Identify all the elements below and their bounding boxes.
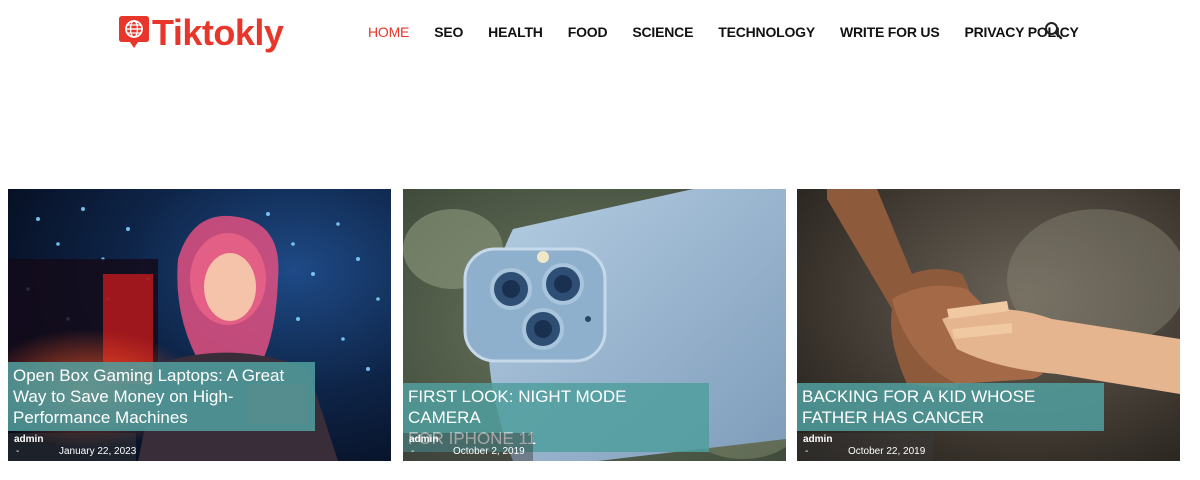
post-card[interactable]: Open Box Gaming Laptops: A Great Way to … bbox=[8, 189, 391, 461]
post-title-line[interactable]: BACKING FOR A KID WHOSE bbox=[802, 386, 1098, 407]
nav-item-food[interactable]: FOOD bbox=[568, 22, 608, 42]
post-title-line[interactable]: Open Box Gaming Laptops: A Great bbox=[13, 365, 309, 386]
nav-item-seo[interactable]: SEO bbox=[434, 22, 463, 42]
post-meta: admin - October 22, 2019 bbox=[797, 433, 933, 461]
post-author[interactable]: admin bbox=[803, 434, 832, 445]
meta-separator: - bbox=[16, 446, 20, 457]
meta-separator: - bbox=[805, 446, 809, 457]
post-date: October 2, 2019 bbox=[453, 446, 525, 457]
post-meta: admin - January 22, 2023 bbox=[8, 433, 136, 461]
featured-posts: Open Box Gaming Laptops: A Great Way to … bbox=[8, 189, 1184, 461]
post-author[interactable]: admin bbox=[14, 434, 43, 445]
post-date: January 22, 2023 bbox=[59, 446, 137, 457]
post-meta: admin - October 2, 2019 bbox=[403, 433, 533, 461]
nav-item-health[interactable]: HEALTH bbox=[488, 22, 543, 42]
post-card[interactable]: FIRST LOOK: NIGHT MODE CAMERA FOR IPHONE… bbox=[403, 189, 786, 461]
main-nav: HOME SEO HEALTH FOOD SCIENCE TECHNOLOGY … bbox=[368, 22, 1104, 42]
post-title-line[interactable]: FATHER HAS CANCER bbox=[802, 407, 1098, 428]
nav-item-write-for-us[interactable]: WRITE FOR US bbox=[840, 22, 940, 42]
post-title-line[interactable]: Way to Save Money on High- bbox=[13, 386, 309, 407]
post-title-line[interactable]: FIRST LOOK: NIGHT MODE CAMERA bbox=[408, 386, 703, 428]
post-card[interactable]: BACKING FOR A KID WHOSE FATHER HAS CANCE… bbox=[797, 189, 1180, 461]
site-header: Tiktokly HOME SEO HEALTH FOOD SCIENCE TE… bbox=[0, 0, 1200, 64]
post-title-line[interactable]: Performance Machines bbox=[13, 407, 309, 428]
nav-item-technology[interactable]: TECHNOLOGY bbox=[718, 22, 815, 42]
site-logo-text: Tiktokly bbox=[152, 12, 284, 53]
nav-item-home[interactable]: HOME bbox=[368, 22, 409, 42]
meta-separator: - bbox=[411, 446, 415, 457]
globe-chat-icon bbox=[118, 14, 150, 52]
nav-item-science[interactable]: SCIENCE bbox=[632, 22, 693, 42]
post-title-box: BACKING FOR A KID WHOSE FATHER HAS CANCE… bbox=[797, 383, 1104, 431]
search-icon[interactable] bbox=[1044, 21, 1064, 41]
post-title-box: Open Box Gaming Laptops: A Great Way to … bbox=[8, 362, 315, 431]
post-author[interactable]: admin bbox=[409, 434, 438, 445]
site-logo[interactable]: Tiktokly bbox=[118, 12, 284, 54]
post-date: October 22, 2019 bbox=[848, 446, 926, 457]
